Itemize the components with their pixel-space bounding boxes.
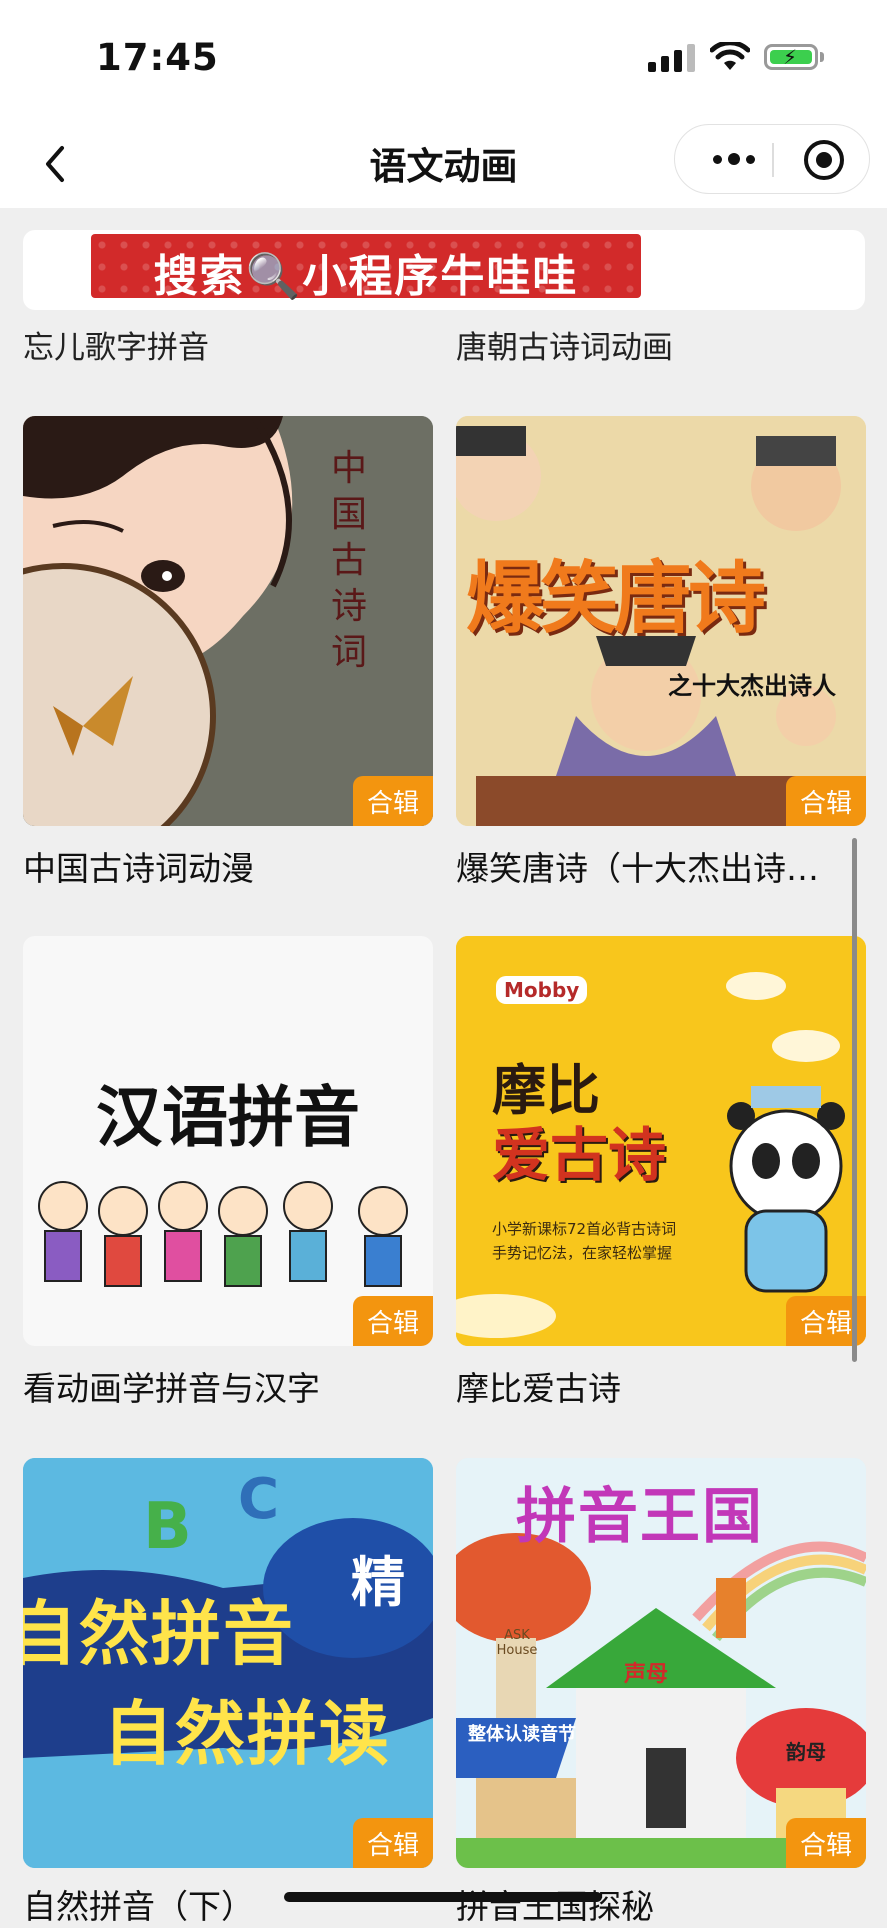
svg-text:C: C	[238, 1467, 279, 1532]
card-image-text: 拼音王国	[516, 1482, 764, 1552]
card-image-label: ASK House	[496, 1628, 538, 1658]
card-title[interactable]: 爆笑唐诗（十大杰出诗…	[456, 842, 866, 890]
card-image-text: 爱古诗	[492, 1121, 667, 1189]
card-image-label: 声母	[624, 1662, 669, 1687]
card-image-text: 自然拼读	[103, 1693, 391, 1775]
battery-tip	[820, 52, 824, 62]
video-card[interactable]: 爆笑唐诗 之十大杰出诗人 合辑	[456, 416, 866, 826]
card-thumbnail-image	[38, 1181, 408, 1287]
more-options-icon[interactable]	[699, 125, 769, 193]
card-image-text: 爆笑唐诗	[466, 554, 766, 644]
nav-bar: 语文动画	[0, 120, 887, 208]
card-image-label: 韵母	[786, 1740, 826, 1764]
banner-text: 搜索🔍小程序牛哇哇	[153, 251, 579, 302]
status-time: 17:45	[96, 36, 219, 79]
partial-item-title[interactable]: 唐朝古诗词动画	[456, 322, 673, 367]
collection-tag: 合辑	[353, 1818, 433, 1868]
collection-tag: 合辑	[786, 1818, 866, 1868]
home-indicator[interactable]	[284, 1892, 602, 1902]
wifi-icon	[710, 42, 750, 70]
video-card[interactable]: 汉语拼音 合辑	[23, 936, 433, 1346]
video-card[interactable]: 拼音王国 声母 整体认读音节 韵母 ASK House 合辑	[456, 1458, 866, 1868]
card-title[interactable]: 看动画学拼音与汉字	[23, 1362, 443, 1410]
brand-logo: Mobby	[496, 976, 588, 1004]
card-title[interactable]: 拼音王国探秘	[456, 1880, 866, 1928]
miniprogram-capsule	[674, 124, 870, 194]
collection-tag: 合辑	[353, 1296, 433, 1346]
video-card[interactable]: 中国古诗词 合辑	[23, 416, 433, 826]
scrollbar[interactable]	[852, 838, 857, 1362]
card-image-note: 小学新课标72首必背古诗词	[492, 1220, 677, 1238]
capsule-divider	[772, 143, 774, 177]
card-image-label: 整体认读音节	[468, 1724, 576, 1745]
banner-strip: 搜索🔍小程序牛哇哇	[91, 234, 641, 302]
collection-tag: 合辑	[786, 776, 866, 826]
card-title[interactable]: 自然拼音（下）	[23, 1880, 443, 1928]
video-card[interactable]: Mobby 摩比 爱古诗 小学新课标72首必背古诗词 手势记忆法，在家轻松掌握 …	[456, 936, 866, 1346]
partial-item-title[interactable]: 忘儿歌字拼音	[23, 322, 209, 367]
video-card[interactable]: B C 自然拼音 自然拼读 精 合辑	[23, 1458, 433, 1868]
card-thumbnail-image	[23, 416, 433, 826]
card-image-note: 手势记忆法，在家轻松掌握	[492, 1244, 673, 1262]
search-banner[interactable]: 搜索🔍小程序牛哇哇	[23, 230, 865, 310]
card-image-text: 中国古诗词	[330, 448, 367, 673]
close-miniprogram-icon[interactable]	[801, 137, 847, 183]
card-title[interactable]: 摩比爱古诗	[456, 1362, 866, 1410]
svg-text:B: B	[143, 1490, 192, 1564]
card-image-text: 自然拼音	[23, 1593, 295, 1675]
collection-tag: 合辑	[353, 776, 433, 826]
cellular-signal-icon	[648, 44, 695, 72]
card-image-subtext: 之十大杰出诗人	[668, 672, 836, 700]
card-image-text: 精	[351, 1551, 405, 1614]
battery-icon: ⚡	[764, 44, 818, 70]
status-bar: 17:45 ⚡	[0, 0, 887, 120]
card-title[interactable]: 中国古诗词动漫	[23, 842, 443, 890]
